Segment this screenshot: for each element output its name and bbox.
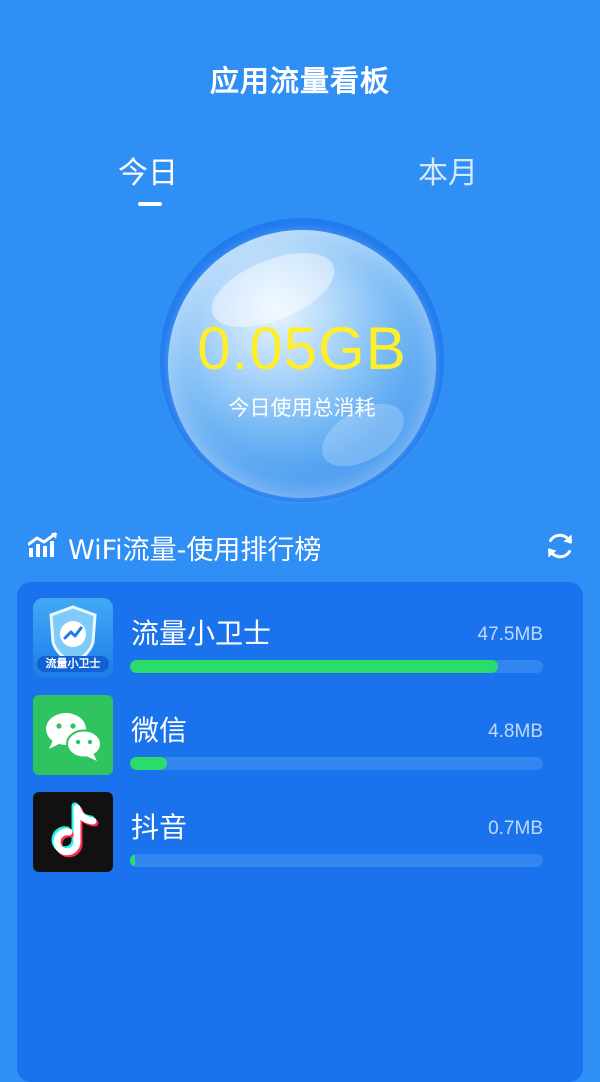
app-row[interactable]: 流量小卫士 流量小卫士 47.5MB xyxy=(17,598,583,682)
wechat-app-icon xyxy=(33,695,113,775)
tab-today[interactable]: 今日 xyxy=(118,148,178,192)
usage-progress-track xyxy=(130,757,543,770)
refresh-icon[interactable] xyxy=(544,530,576,562)
app-usage: 47.5MB xyxy=(477,624,543,645)
ranking-header: WiFi流量-使用排行榜 xyxy=(28,528,576,566)
ranking-title: WiFi流量-使用排行榜 xyxy=(68,535,322,566)
page-title: 应用流量看板 xyxy=(209,64,390,98)
chat-bubbles-icon xyxy=(46,713,102,761)
active-tab-indicator xyxy=(138,202,162,206)
ranking-panel: 流量小卫士 流量小卫士 47.5MB 微信 4.8MB 抖音 0.7MB xyxy=(17,582,583,1082)
app-name: 抖音 xyxy=(131,811,188,844)
app-usage: 0.7MB xyxy=(488,818,543,839)
app-row[interactable]: 微信 4.8MB xyxy=(17,695,583,779)
usage-progress-fill xyxy=(130,854,135,867)
usage-progress-track xyxy=(130,660,543,673)
traffic-guard-app-icon: 流量小卫士 xyxy=(33,598,113,678)
usage-progress-fill xyxy=(130,757,168,770)
total-usage-caption: 今日使用总消耗 xyxy=(228,396,376,420)
usage-progress-fill xyxy=(130,660,498,673)
music-note-icon xyxy=(51,802,99,858)
usage-progress-track xyxy=(130,854,543,867)
app-usage: 4.8MB xyxy=(488,721,543,742)
total-usage-value: 0.05GB xyxy=(197,315,407,382)
trend-chart-icon xyxy=(28,532,57,557)
app-icon-label: 流量小卫士 xyxy=(37,656,109,672)
douyin-app-icon xyxy=(33,792,113,872)
app-name: 流量小卫士 xyxy=(131,617,272,650)
app-row[interactable]: 抖音 0.7MB xyxy=(17,792,583,876)
tab-month[interactable]: 本月 xyxy=(418,148,478,192)
app-name: 微信 xyxy=(131,714,188,747)
